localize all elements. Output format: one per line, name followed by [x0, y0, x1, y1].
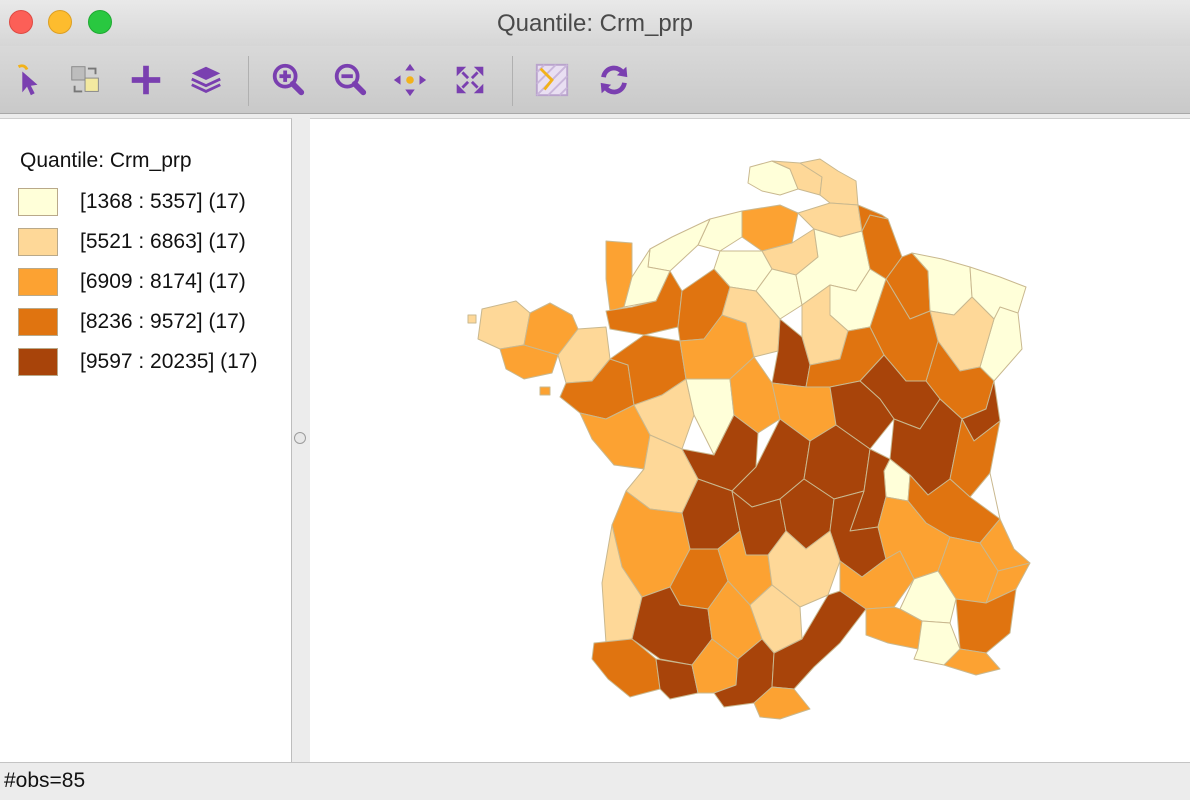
legend-item[interactable]: [8236 : 9572] (17) — [18, 307, 246, 337]
legend-label: [6909 : 8174] (17) — [80, 270, 246, 293]
title-bar: Quantile: Crm_prp — [0, 0, 1190, 46]
legend-item[interactable]: [5521 : 6863] (17) — [18, 227, 246, 257]
refresh-button[interactable] — [594, 60, 634, 100]
selection-copy-icon — [71, 66, 99, 93]
selection-copy-button[interactable] — [66, 60, 106, 100]
legend-label: [9597 : 20235] (17) — [80, 350, 258, 373]
legend-swatch — [18, 188, 58, 216]
pan-icon — [393, 63, 427, 97]
zoom-in-icon — [272, 63, 305, 96]
add-button[interactable] — [126, 60, 166, 100]
basemap-icon — [535, 63, 569, 97]
map-region[interactable] — [539, 386, 551, 396]
app-window: Quantile: Crm_prp Quantile: Crm_prp [136… — [0, 0, 1190, 800]
window-title: Quantile: Crm_prp — [496, 10, 694, 37]
select-icon — [17, 64, 38, 96]
map-canvas[interactable] — [310, 118, 1190, 762]
legend-swatch — [18, 348, 58, 376]
legend-label: [1368 : 5357] (17) — [80, 190, 246, 213]
legend-swatch — [18, 308, 58, 336]
legend-swatch — [18, 228, 58, 256]
legend-swatch — [18, 268, 58, 296]
full-extent-button[interactable] — [450, 60, 490, 100]
refresh-icon — [600, 65, 628, 95]
map-region[interactable] — [477, 300, 531, 350]
full-extent-icon — [456, 66, 484, 94]
legend-title: Quantile: Crm_prp — [20, 149, 192, 172]
legend-item[interactable]: [1368 : 5357] (17) — [18, 187, 246, 217]
layers-button[interactable] — [186, 60, 226, 100]
zoom-in-button[interactable] — [268, 60, 308, 100]
choropleth-map — [467, 158, 1031, 720]
observation-count: #obs=85 — [4, 769, 86, 792]
splitter-handle[interactable] — [294, 432, 306, 444]
legend-panel: Quantile: Crm_prp [1368 : 5357] (17) [55… — [0, 118, 292, 762]
status-bar: #obs=85 — [0, 762, 1190, 800]
legend-label: [8236 : 9572] (17) — [80, 310, 246, 333]
legend-item[interactable]: [6909 : 8174] (17) — [18, 267, 246, 297]
legend-label: [5521 : 6863] (17) — [80, 230, 246, 253]
toolbar-separator — [512, 56, 513, 106]
zoom-out-button[interactable] — [330, 60, 370, 100]
pan-button[interactable] — [390, 60, 430, 100]
map-region[interactable] — [797, 202, 863, 238]
basemap-button[interactable] — [532, 60, 572, 100]
map-region[interactable] — [467, 314, 477, 324]
toolbar-separator — [248, 56, 249, 106]
legend-item[interactable]: [9597 : 20235] (17) — [18, 347, 257, 377]
add-icon — [131, 65, 161, 95]
zoom-out-icon — [334, 63, 367, 96]
layers-icon — [191, 66, 221, 93]
select-tool-button[interactable] — [8, 60, 48, 100]
map-toolbar — [0, 46, 1190, 114]
